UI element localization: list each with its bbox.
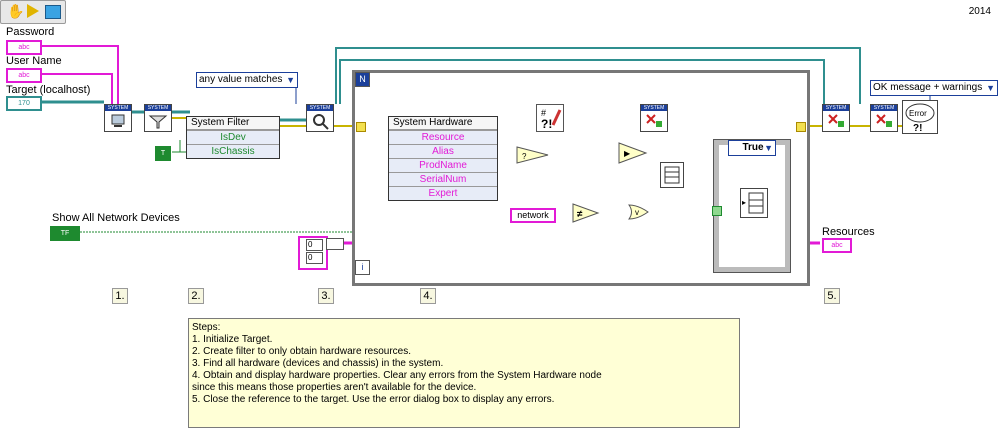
array-element [326, 238, 344, 250]
system-hardware-node[interactable]: System Hardware Resource Alias ProdName … [388, 116, 498, 201]
match-mode-ring[interactable]: any value matches ▼ [196, 72, 298, 88]
build-array-icon [660, 162, 684, 188]
error-dialog-vi[interactable]: Error?! [902, 100, 938, 134]
svg-text:≠: ≠ [577, 209, 583, 220]
notes-line: 2. Create filter to only obtain hardware… [192, 346, 411, 357]
create-filter-vi[interactable]: SYSTEM [144, 104, 172, 132]
step-label-5: 5. [824, 288, 840, 304]
resources-label: Resources [822, 226, 875, 238]
notes-line: 4. Obtain and display hardware propertie… [192, 370, 602, 381]
svg-text:▸: ▸ [742, 198, 746, 207]
clear-errors-vi[interactable]: #?! [536, 104, 564, 132]
user-name-control[interactable]: abc [6, 68, 42, 83]
chevron-down-icon: ▼ [286, 75, 295, 85]
user-name-label: User Name [6, 55, 62, 67]
initialize-target-vi[interactable]: SYSTEM [104, 104, 132, 132]
error-dialog-icon: Error?! [905, 103, 935, 133]
svg-text:?!: ?! [541, 117, 552, 131]
system-hardware-title: System Hardware [389, 117, 497, 130]
case-selector-terminal [712, 206, 722, 216]
close-target-vi[interactable]: SYSTEM [822, 104, 850, 132]
notes-line: 3. Find all hardware (devices and chassi… [192, 358, 444, 369]
show-all-label: Show All Network Devices [52, 212, 180, 224]
close-icon [646, 114, 662, 127]
true-constant[interactable]: T [155, 146, 171, 161]
close-icon [828, 114, 844, 127]
filter-row-isdev[interactable]: IsDev [187, 130, 279, 144]
filter-row-ischassis[interactable]: IsChassis [187, 144, 279, 158]
chevron-down-icon: ▼ [986, 83, 995, 93]
not-equal-icon: ≠ [572, 203, 600, 223]
chevron-down-icon: ▼ [764, 143, 773, 153]
hw-row-prodname[interactable]: ProdName [389, 158, 497, 172]
close-icon [876, 114, 892, 127]
network-constant[interactable]: network [510, 208, 556, 223]
notes-line: 1. Initialize Target. [192, 334, 273, 345]
password-label: Password [6, 26, 55, 38]
or-icon: v [628, 204, 649, 220]
shift-register-left [356, 122, 366, 132]
notes-line: 5. Close the reference to the target. Us… [192, 394, 555, 405]
loop-count-terminal: N [355, 72, 370, 87]
loop-iteration-terminal: i [355, 260, 370, 275]
svg-text:v: v [635, 208, 639, 217]
block-diagram: ✋ 2014 Password abc User Name abc Target… [0, 0, 999, 436]
hw-row-serialnum[interactable]: SerialNum [389, 172, 497, 186]
svg-text:Error: Error [909, 109, 927, 118]
search-icon [313, 114, 329, 130]
hw-row-expert[interactable]: Expert [389, 186, 497, 200]
select-icon: ▶ [618, 142, 648, 164]
password-control[interactable]: abc [6, 40, 42, 55]
show-all-control[interactable]: TF [50, 226, 80, 241]
target-control[interactable]: 170 [6, 96, 42, 111]
find-hardware-vi[interactable]: SYSTEM [306, 104, 334, 132]
hw-row-alias[interactable]: Alias [389, 144, 497, 158]
close-session-vi[interactable]: SYSTEM [870, 104, 898, 132]
error-mode-ring[interactable]: OK message + warnings ▼ [870, 80, 998, 96]
svg-text:▶: ▶ [624, 149, 631, 158]
step-label-2: 2. [188, 288, 204, 304]
system-filter-title: System Filter [187, 117, 279, 130]
insert-into-array-icon: ▸ [740, 188, 768, 218]
svg-text:?!: ?! [913, 123, 922, 133]
notes-title: Steps: [192, 322, 221, 333]
step-label-1: 1. [112, 288, 128, 304]
step-label-4: 4. [420, 288, 436, 304]
shift-register-right [796, 122, 806, 132]
resources-indicator: abc [822, 238, 852, 253]
system-filter-node[interactable]: System Filter IsDev IsChassis [186, 116, 280, 159]
notes-line: since this means those properties aren't… [192, 382, 477, 393]
array-index-1: 0 [306, 252, 323, 264]
empty-string-compare-icon: ? [516, 146, 549, 164]
filter-icon [148, 115, 168, 129]
target-label: Target (localhost) [6, 84, 91, 96]
step-label-3: 3. [318, 288, 334, 304]
case-selector[interactable]: True ▼ [728, 140, 776, 156]
array-index-0: 0 [306, 239, 323, 251]
steps-comment: Steps: 1. Initialize Target. 2. Create f… [188, 318, 740, 428]
clear-error-icon: #?! [541, 108, 562, 131]
svg-text:?: ? [522, 152, 527, 161]
computer-icon [111, 114, 125, 127]
hw-row-resource[interactable]: Resource [389, 130, 497, 144]
close-hardware-vi[interactable]: SYSTEM [640, 104, 668, 132]
